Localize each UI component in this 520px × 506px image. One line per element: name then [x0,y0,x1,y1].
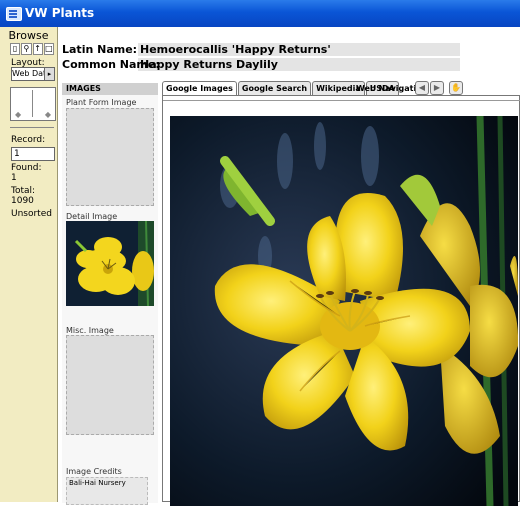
title-bar: VW Plants [0,0,520,27]
layout-content: Latin Name: Hemoerocallis 'Happy Returns… [58,27,520,506]
next-page-icon[interactable]: ◆ [45,110,51,119]
back-arrow-icon[interactable]: ◀ [415,81,429,95]
plant-form-label: Plant Form Image [66,98,137,107]
tab-google-images[interactable]: Google Images [162,81,237,96]
images-header: IMAGES [62,83,158,95]
prev-page-icon[interactable]: ◆ [15,110,21,119]
tool-row: ▯ ⚲ ↑ □ [10,43,54,55]
web-viewer[interactable] [170,116,518,506]
new-record-icon[interactable]: □ [43,43,54,55]
dropdown-arrow-icon[interactable]: ▸ [44,68,54,80]
common-name-field[interactable]: Happy Returns Daylily [140,58,278,71]
sort-icon[interactable]: ↑ [32,43,43,55]
latin-name-field[interactable]: Hemoerocallis 'Happy Returns' [140,43,331,56]
misc-image[interactable] [66,335,154,435]
book-icon[interactable]: ◆ ◆ [10,87,56,121]
found-label: Found: [11,163,42,173]
credits-field[interactable]: Bali-Hai Nursery [66,477,148,505]
sort-state: Unsorted [11,209,52,219]
layout-value: Web Dat [12,69,47,78]
credits-label: Image Credits [66,467,122,476]
record-input[interactable]: 1 [11,147,55,161]
total-value: 1090 [11,196,34,206]
hand-icon[interactable]: ✋ [449,81,463,95]
detail-image-label: Detail Image [66,212,118,221]
plant-form-image[interactable] [66,108,154,206]
detail-flower-thumbnail [66,221,154,306]
total-label: Total: [11,186,36,196]
tab-panel [162,95,520,506]
window-title: VW Plants [25,6,95,20]
detail-image[interactable] [66,221,154,306]
forward-arrow-icon[interactable]: ▶ [430,81,444,95]
browse-icon[interactable]: ▯ [10,43,21,55]
tab-google-search[interactable]: Google Search [237,81,312,96]
latin-name-label: Latin Name: [62,43,138,56]
status-area: Browse ▯ ⚲ ↑ □ Layout: Web Dat ▸ ◆ ◆ Rec… [0,27,58,502]
layout-select[interactable]: Web Dat ▸ [11,67,55,81]
images-panel: IMAGES Plant Form Image Detail Image Mis… [62,83,158,505]
find-icon[interactable]: ⚲ [21,43,32,55]
found-value: 1 [11,173,17,183]
app-icon [6,7,22,21]
flower-photo [170,116,518,506]
record-label: Record: [11,135,46,145]
divider [10,127,54,128]
misc-image-label: Misc. Image [66,326,114,335]
web-viewer-edge [163,96,520,101]
mode-label[interactable]: Browse [0,29,57,42]
